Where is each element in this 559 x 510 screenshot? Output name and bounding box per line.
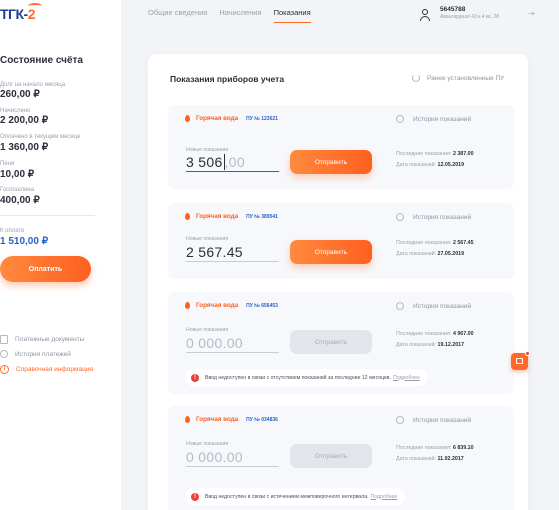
refresh-icon [412, 74, 420, 82]
meter-number[interactable]: ПУ № 389541 [246, 214, 278, 220]
user-address: Авангардная 43 к.4 кв. 28 [440, 14, 500, 20]
document-icon [0, 335, 8, 344]
logout-icon[interactable]: ⇥ [528, 9, 535, 18]
reading-input[interactable]: 2 567.45 [186, 244, 279, 262]
charged-label: Начислено [0, 108, 31, 114]
reading-input[interactable]: 0 000.00 [186, 335, 279, 353]
pay-button[interactable]: Оплатить [0, 256, 91, 282]
divider [0, 215, 95, 216]
water-drop-icon [185, 213, 190, 220]
new-readings-label: Новые показания [186, 327, 229, 333]
account-title: Состояние счёта [0, 55, 83, 66]
logo[interactable]: ТГК-2 [0, 3, 42, 22]
send-button[interactable]: Отправить [290, 150, 372, 174]
water-drop-icon [185, 302, 190, 309]
warning-banner: ! Ввод недоступен в связи с отсутствием … [185, 369, 428, 386]
card-head: Горячая вода ПУ № 656453 [185, 302, 278, 309]
fee-label: Госпошлина [0, 187, 35, 193]
previous-meters-link[interactable]: Ранее установленные ПУ [412, 74, 504, 82]
new-readings-label: Новые показания [186, 441, 229, 447]
charged-value: 2 200,00 ₽ [0, 115, 49, 126]
more-link[interactable]: Подробнее [393, 375, 420, 381]
clock-icon [0, 350, 8, 358]
notification-dot [525, 351, 530, 356]
history-label: История показаний [413, 416, 472, 424]
tab-readings[interactable]: Показания [273, 8, 311, 23]
last-reading-info: Последние показания: 2 567.45 Дата показ… [396, 240, 474, 257]
send-button: Отправить [290, 330, 372, 354]
send-button: Отправить [290, 444, 372, 468]
side-link-reference-info[interactable]: i Справочная информация [0, 365, 93, 374]
user-account-number: 5645788 [440, 6, 466, 13]
clock-icon [396, 213, 404, 221]
card-head: Горячая вода ПУ № 034836 [185, 416, 278, 423]
side-link-label: Платежные документы [15, 336, 85, 343]
history-link[interactable]: История показаний [396, 115, 471, 123]
last-reading-info: Последние показания: 4 967.00 Дата показ… [396, 331, 474, 348]
readings-panel: Показания приборов учета Ранее установле… [148, 54, 528, 510]
meter-card: Горячая вода ПУ № 389541 История показан… [168, 203, 514, 279]
meter-type: Горячая вода [196, 115, 239, 122]
meter-card: Горячая вода ПУ № 123621 История показан… [168, 105, 514, 189]
history-link[interactable]: История показаний [396, 302, 471, 310]
info-icon: i [0, 365, 9, 374]
side-link-payment-history[interactable]: История платежей [0, 350, 71, 358]
tab-charges[interactable]: Начисления [219, 8, 261, 23]
user-icon [418, 8, 432, 22]
tab-general[interactable]: Общие сведения [148, 8, 207, 23]
water-drop-icon [185, 416, 190, 423]
meter-number[interactable]: ПУ № 123621 [246, 116, 278, 122]
meter-number[interactable]: ПУ № 656453 [246, 303, 278, 309]
side-link-label: Справочная информация [16, 366, 93, 373]
penalty-value: 10,00 ₽ [0, 169, 35, 180]
user-info[interactable]: 5645788 Авангардная 43 к.4 кв. 28 [418, 6, 499, 22]
history-link[interactable]: История показаний [396, 213, 471, 221]
reading-input[interactable]: 0 000.00 [186, 449, 279, 467]
sidebar: ТГК-2 Состояние счёта Долг на начало мес… [0, 0, 121, 510]
panel-title: Показания приборов учета [170, 74, 285, 84]
side-link-payment-documents[interactable]: Платежные документы [0, 335, 84, 344]
card-head: Горячая вода ПУ № 123621 [185, 115, 278, 122]
warning-text: Ввод недоступен в связи с отсутствием по… [205, 374, 391, 381]
alert-icon: ! [191, 492, 199, 501]
warning-text: Ввод недоступен в связи с истечением меж… [205, 493, 369, 500]
to-pay-label: К оплате [0, 228, 25, 234]
meter-type: Горячая вода [196, 302, 239, 309]
chat-icon [516, 358, 523, 364]
last-reading-info: Последние показания: 6 839.10 Дата показ… [396, 445, 474, 462]
chat-button[interactable] [511, 351, 530, 370]
new-readings-label: Новые показания [186, 147, 229, 153]
paid-value: 1 360,00 ₽ [0, 142, 49, 153]
meter-number[interactable]: ПУ № 034836 [246, 417, 278, 423]
more-link[interactable]: Подробнее [371, 494, 398, 500]
penalty-label: Пени [0, 161, 15, 167]
clock-icon [396, 115, 404, 123]
send-button[interactable]: Отправить [290, 240, 372, 264]
clock-icon [396, 416, 404, 424]
meter-type: Горячая вода [196, 213, 239, 220]
side-link-label: История платежей [15, 350, 71, 358]
history-label: История показаний [413, 213, 472, 221]
card-head: Горячая вода ПУ № 389541 [185, 213, 278, 220]
paid-label: Оплачено в текущем месяце [0, 134, 81, 140]
new-readings-label: Новые показания [186, 236, 229, 242]
history-label: История показаний [413, 302, 472, 310]
history-label: История показаний [413, 115, 472, 123]
warning-banner: ! Ввод недоступен в связи с истечением м… [185, 488, 406, 505]
meter-card: Горячая вода ПУ № 034836 История показан… [168, 406, 514, 510]
to-pay-value: 1 510,00 ₽ [0, 236, 49, 247]
history-link[interactable]: История показаний [396, 416, 471, 424]
debt-label: Долг на начало месяца [0, 82, 66, 88]
clock-icon [396, 302, 404, 310]
previous-meters-label: Ранее установленные ПУ [427, 74, 505, 82]
water-drop-icon [185, 115, 190, 122]
top-nav: Общие сведения Начисления Показания [148, 8, 311, 23]
last-reading-info: Последние показания: 2 387.00 Дата показ… [396, 151, 474, 168]
reading-input[interactable]: 3 506,00 [186, 154, 279, 172]
meter-card: Горячая вода ПУ № 656453 История показан… [168, 292, 514, 394]
debt-value: 260,00 ₽ [0, 89, 40, 100]
alert-icon: ! [191, 373, 199, 382]
meter-type: Горячая вода [196, 416, 239, 423]
fee-value: 400,00 ₽ [0, 195, 40, 206]
